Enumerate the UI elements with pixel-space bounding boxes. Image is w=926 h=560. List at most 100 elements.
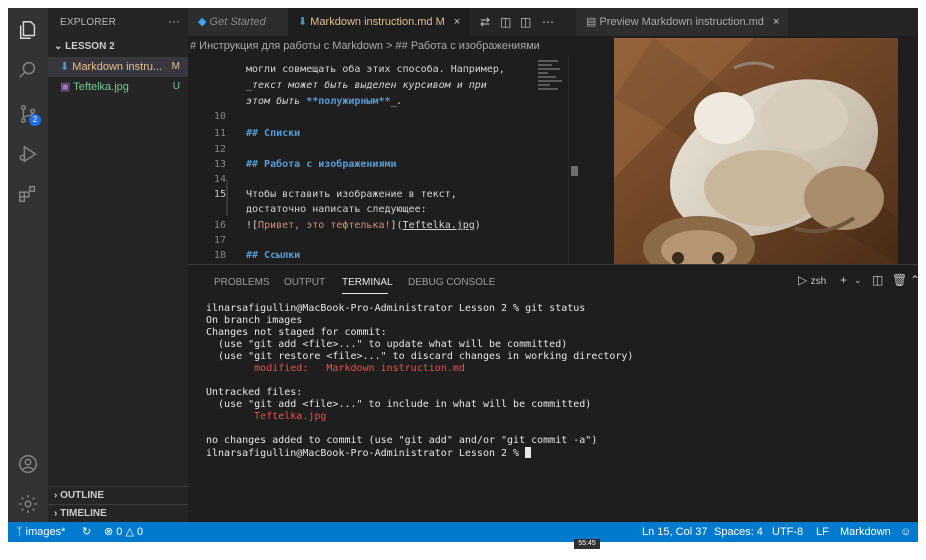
file-name: Markdown instru... — [72, 61, 163, 73]
tab-label: Preview Markdown instruction.md — [599, 16, 764, 28]
cursor-position[interactable]: Ln 15, Col 37 — [642, 522, 707, 542]
settings-gear-icon[interactable] — [14, 490, 42, 518]
explorer-icon[interactable] — [14, 16, 42, 44]
timeline-label: TIMELINE — [60, 508, 107, 519]
code-line: достаточно написать следующее: — [246, 204, 427, 215]
code-text: ]( — [390, 220, 403, 231]
line-number: 14 — [213, 174, 226, 185]
code-heading: ## Списки — [246, 128, 301, 139]
indentation[interactable]: Spaces: 4 — [714, 522, 763, 542]
file-teftelka-jpg[interactable]: ▣ Teftelka.jpg U — [48, 77, 188, 97]
code-text: ![ — [246, 220, 259, 231]
trash-icon[interactable]: 🗑 — [892, 273, 907, 287]
source-control-icon[interactable]: 2 — [14, 100, 42, 128]
video-timecode: 55:45 — [574, 539, 600, 549]
search-icon[interactable] — [14, 56, 42, 84]
branch-indicator[interactable]: ᛉ images* — [16, 522, 65, 542]
tab-markdown-instruction[interactable]: ⬇ Markdown instruction.md M × — [288, 8, 470, 36]
terminal-line-modified: modified: Markdown instruction.md — [206, 363, 465, 374]
sync-icon[interactable]: ↻ — [82, 522, 91, 542]
current-line-indicator — [226, 180, 228, 216]
terminal-line: (use "git add <file>..." to include in w… — [206, 399, 592, 410]
preview-icon: ▤ — [586, 16, 597, 28]
more-actions-icon[interactable]: ⋯ — [542, 8, 554, 36]
image-link[interactable]: Teftelka.jpg — [403, 220, 475, 231]
code-line: _текст может быть выделен курсивом и при — [246, 80, 487, 91]
git-status-modified: M — [171, 61, 180, 72]
close-tab-icon[interactable]: × — [773, 16, 779, 28]
tab-get-started[interactable]: ◆ Get Started — [188, 8, 288, 36]
tab-label: Markdown instruction.md — [310, 16, 433, 28]
image-file-icon: ▣ — [60, 81, 71, 93]
editor-scrollbar[interactable] — [568, 56, 580, 264]
split-terminal-icon[interactable]: ◫ — [872, 273, 883, 287]
line-number-gutter: 10 11 12 13 14 15 16 17 18 19 — [188, 56, 226, 264]
end-of-line[interactable]: LF — [816, 522, 829, 542]
terminal-line: (use "git add <file>..." to update what … — [206, 339, 568, 350]
chevron-right-icon: › — [54, 508, 58, 519]
tab-label: Get Started — [209, 16, 266, 28]
markdown-file-icon: ⬇ — [298, 16, 308, 28]
code-line: Чтобы вставить изображение в текст, — [246, 189, 457, 200]
tab-problems[interactable]: PROBLEMS — [214, 277, 270, 288]
cat-photo — [614, 38, 898, 264]
chevron-down-icon: ⌄ — [54, 41, 63, 52]
error-count: 0 — [116, 526, 123, 538]
more-actions-icon[interactable]: ··· — [168, 14, 180, 28]
code-text: ) — [474, 220, 481, 231]
editor-tab-bar: ◆ Get Started ⬇ Markdown instruction.md … — [188, 8, 918, 36]
tab-debug-console[interactable]: DEBUG CONSOLE — [408, 277, 495, 288]
branch-name: images* — [25, 526, 66, 538]
code-line: этом быть **полужирным**_. — [246, 96, 403, 107]
git-status-untracked: U — [172, 81, 180, 92]
minimap[interactable] — [538, 60, 564, 120]
terminal-shell-selector[interactable]: ▷ zsh — [798, 273, 826, 287]
terminal-line: ilnarsafigullin@MacBook-Pro-Administrato… — [206, 303, 586, 314]
tab-modified-indicator: M — [435, 16, 445, 28]
terminal-line: Untracked files: — [206, 387, 303, 398]
timeline-section[interactable]: › TIMELINE — [48, 504, 188, 522]
warning-icon: △ — [125, 526, 134, 538]
code-text: _. — [390, 96, 403, 107]
file-name: Teftelka.jpg — [73, 81, 129, 93]
explorer-sidebar: EXPLORER ··· ⌄ LESSON 2 ⬇ Markdown instr… — [48, 8, 188, 522]
code-editor[interactable]: 10 11 12 13 14 15 16 17 18 19 могли совм… — [188, 56, 568, 264]
run-debug-icon[interactable] — [14, 140, 42, 168]
tab-terminal[interactable]: TERMINAL — [342, 277, 393, 288]
file-markdown-instruction[interactable]: ⬇ Markdown instru... M — [48, 57, 188, 77]
problems-indicator[interactable]: ⊗ 0 △ 0 — [104, 522, 143, 542]
chevron-up-icon[interactable]: ⌃ — [910, 273, 918, 287]
tab-preview-markdown[interactable]: ▤ Preview Markdown instruction.md × — [576, 8, 788, 36]
terminal-line: On branch images — [206, 315, 303, 326]
line-number: 12 — [213, 144, 226, 155]
warning-count: 0 — [137, 526, 144, 538]
open-preview-icon[interactable]: ◫ — [500, 8, 511, 36]
breadcrumb[interactable]: # Инструкция для работы с Markdown > ## … — [188, 36, 568, 56]
close-tab-icon[interactable]: × — [454, 16, 460, 28]
terminal-icon: ▷ — [798, 273, 808, 287]
folder-lesson-2[interactable]: ⌄ LESSON 2 — [48, 38, 188, 56]
terminal-line: no changes added to commit (use "git add… — [206, 435, 598, 446]
account-icon[interactable] — [14, 450, 42, 478]
feedback-icon[interactable]: ☺ — [900, 522, 911, 542]
tab-output[interactable]: OUTPUT — [284, 277, 325, 288]
vscode-window: 2 EXPLORER ··· ⌄ LESSON 2 ⬇ Markdown ins… — [8, 8, 918, 542]
git-branch-icon: ᛉ — [16, 526, 23, 538]
outline-section[interactable]: › OUTLINE — [48, 486, 188, 504]
terminal-line-untracked: Teftelka.jpg — [206, 411, 327, 422]
explorer-title: EXPLORER — [60, 17, 117, 28]
source-control-badge: 2 — [29, 114, 41, 126]
error-icon: ⊗ — [104, 526, 114, 538]
line-number: 18 — [213, 250, 226, 261]
language-mode[interactable]: Markdown — [840, 522, 891, 542]
line-number: 17 — [213, 235, 226, 246]
split-editor-icon[interactable]: ◫ — [520, 8, 531, 36]
open-changes-icon[interactable]: ⇄ — [480, 8, 490, 36]
extensions-icon[interactable] — [14, 180, 42, 208]
new-terminal-icon[interactable]: + — [840, 273, 847, 287]
markdown-file-icon: ⬇ — [60, 61, 70, 73]
line-number: 10 — [213, 111, 226, 122]
active-tab-underline — [342, 293, 388, 294]
chevron-down-icon[interactable]: ⌄ — [854, 275, 862, 286]
encoding[interactable]: UTF-8 — [772, 522, 803, 542]
